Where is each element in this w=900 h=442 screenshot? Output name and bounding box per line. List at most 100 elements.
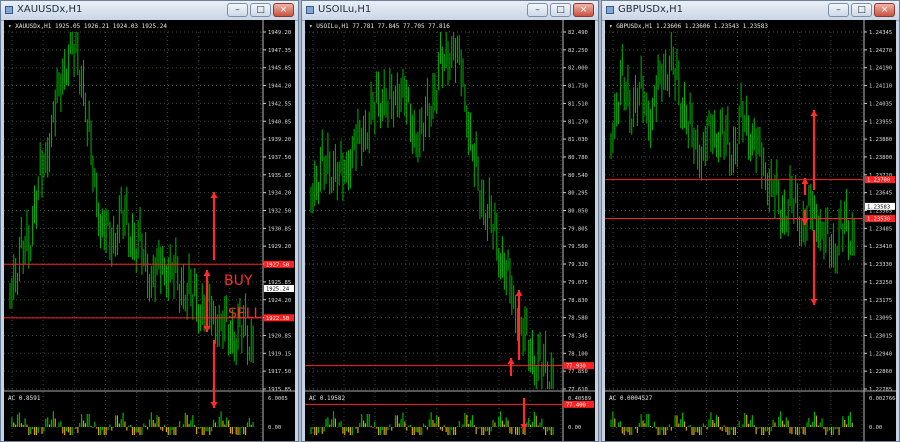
maximize-button[interactable]: □ [550, 3, 571, 17]
price-tick-label: 80.540 [568, 173, 588, 179]
price-tick-label: 1937.50 [268, 155, 291, 161]
buy-arrow-head [203, 270, 211, 276]
price-tick-label: 82.000 [568, 66, 588, 72]
price-tick-label: 77.610 [568, 387, 588, 393]
price-tick-label: 1942.55 [268, 101, 291, 107]
level-tag-label: 1927.50 [266, 262, 289, 268]
price-tick-label: 1947.35 [268, 48, 291, 54]
price-tick-label: 1.23800 [869, 155, 892, 161]
chart-canvas: 1949.20 1947.35 1945.85 1944.20 1942.55 1940.… [4, 20, 295, 441]
price-tick-label: 1924.20 [268, 298, 291, 304]
price-tick-label: 1949.20 [268, 30, 291, 36]
down-arrow-head [210, 402, 218, 408]
oscillator-title: AC 0.19582 [309, 395, 346, 402]
oscillator-title: AC 0.8591 [8, 395, 41, 402]
price-tick-label: 1929.20 [268, 244, 291, 250]
price-tick-label: 1.24035 [869, 101, 892, 107]
price-tick-label: 81.750 [568, 84, 588, 90]
close-button[interactable]: × [573, 3, 594, 17]
price-tick-label: 1.24190 [869, 66, 892, 72]
price-tick-label: 1917.50 [268, 369, 291, 375]
price-tick-label: 1944.20 [268, 84, 291, 90]
price-tick-label: 1.23880 [869, 137, 892, 143]
price-tick-label: 78.345 [568, 333, 588, 339]
chart-window-gbpusd[interactable]: GBPUSDx,H1 – □ × 1.24345 1.24270 1.24190 1.… [601, 0, 900, 442]
price-tick-label: 1.23645 [869, 191, 892, 197]
level-tag-label: 1922.50 [266, 316, 289, 322]
price-tick-label: 81.510 [568, 101, 588, 107]
oscillator-tick-label: 6.0065 [268, 396, 288, 402]
price-tick-label: 82.250 [568, 48, 588, 54]
window-title: GBPUSDx,H1 [618, 4, 683, 15]
close-button[interactable]: × [874, 3, 895, 17]
window-titlebar[interactable]: USOILu,H1 – □ × [302, 1, 598, 21]
price-tick-label: 1.23175 [869, 298, 892, 304]
price-tick-label: 1.23955 [869, 119, 892, 125]
price-tick-label: 79.560 [568, 244, 588, 250]
price-tick-label: 1.23095 [869, 316, 892, 322]
minimize-button[interactable]: – [828, 3, 849, 17]
chart-window-icon [5, 6, 13, 14]
price-tick-label: 1.23015 [869, 333, 892, 339]
price-tick-label: 1919.15 [268, 351, 291, 357]
symbol-info: ▾ USOILu,H1 77.781 77.845 77.705 77.816 [309, 23, 450, 30]
oscillator-tick-label: 0.40589 [568, 396, 591, 402]
price-tick-label: 1.22860 [869, 369, 892, 375]
oscillator-tick-label: 0.0027664 [869, 396, 896, 402]
current-price-label: 1925.24 [266, 286, 290, 292]
level-tag-label: 77.400 [566, 402, 586, 408]
price-chart[interactable]: 82.490 82.250 82.000 81.750 81.510 81.270 81.0… [305, 20, 595, 441]
chart-window-usoil[interactable]: USOILu,H1 – □ × 82.490 82.250 82.000 81.750… [301, 0, 599, 442]
price-tick-label: 78.580 [568, 316, 588, 322]
oscillator-title: AC 0.0004527 [609, 395, 653, 402]
oscillator-tick-label: 0.00 [568, 425, 581, 431]
window-titlebar[interactable]: GBPUSDx,H1 – □ × [602, 1, 899, 21]
chart-window-xauusd[interactable]: XAUUSDx,H1 – □ × 1949.20 1947.35 1945.85 19… [0, 0, 299, 442]
price-tick-label: 1.23485 [869, 226, 892, 232]
price-tick-label: 79.805 [568, 226, 588, 232]
price-tick-label: 80.295 [568, 191, 588, 197]
current-price-label: 1.23583 [867, 204, 890, 210]
level-tag-label: 77.930 [566, 364, 586, 370]
buy-arrow-head [801, 178, 809, 184]
oscillator-tick-label: 0.00 [869, 425, 882, 431]
price-tick-label: 79.320 [568, 262, 588, 268]
up-arrow-head [515, 290, 523, 296]
price-tick-label: 77.850 [568, 369, 588, 375]
close-button[interactable]: × [273, 3, 294, 17]
price-tick-label: 1920.85 [268, 333, 291, 339]
price-chart[interactable]: 1.24345 1.24270 1.24190 1.24110 1.24035 1.239… [605, 20, 896, 441]
chart-window-icon [306, 6, 314, 14]
maximize-button[interactable]: □ [851, 3, 872, 17]
price-chart[interactable]: 1949.20 1947.35 1945.85 1944.20 1942.55 1940.… [4, 20, 295, 441]
price-tick-label: 1934.20 [268, 191, 291, 197]
oscillator-tick-label: 0.00 [268, 425, 281, 431]
chart-canvas: 1.24345 1.24270 1.24190 1.24110 1.24035 1.239… [605, 20, 896, 441]
price-tick-label: 1930.85 [268, 226, 291, 232]
buy-arrow-head [507, 358, 515, 364]
price-tick-label: 1.23330 [869, 262, 892, 268]
symbol-info: ▾ XAUUSDx,H1 1925.05 1926.21 1924.03 192… [8, 23, 167, 30]
symbol-info: ▾ GBPUSDx,H1 1.23606 1.23606 1.23543 1.2… [609, 23, 768, 30]
window-title: USOILu,H1 [318, 4, 372, 15]
down-arrow-head [810, 299, 818, 305]
minimize-button[interactable]: – [227, 3, 248, 17]
price-tick-label: 1945.85 [268, 66, 291, 72]
price-tick-label: 1935.85 [268, 173, 291, 179]
price-tick-label: 80.050 [568, 209, 588, 215]
window-titlebar[interactable]: XAUUSDx,H1 – □ × [1, 1, 298, 21]
price-tick-label: 1.24110 [869, 84, 892, 90]
price-tick-label: 79.075 [568, 280, 588, 286]
price-tick-label: 1.22785 [869, 387, 892, 393]
price-tick-label: 1.24270 [869, 48, 892, 54]
price-tick-label: 1.23250 [869, 280, 892, 286]
price-tick-label: 1.24345 [869, 30, 892, 36]
chart-window-icon [606, 6, 614, 14]
maximize-button[interactable]: □ [250, 3, 271, 17]
level-tag-label: 1.23700 [867, 178, 890, 184]
price-tick-label: 81.030 [568, 137, 588, 143]
chart-canvas: 82.490 82.250 82.000 81.750 81.510 81.270 81.0… [305, 20, 595, 441]
minimize-button[interactable]: – [527, 3, 548, 17]
price-tick-label: 1.23410 [869, 244, 892, 250]
price-tick-label: 1915.85 [268, 387, 291, 393]
